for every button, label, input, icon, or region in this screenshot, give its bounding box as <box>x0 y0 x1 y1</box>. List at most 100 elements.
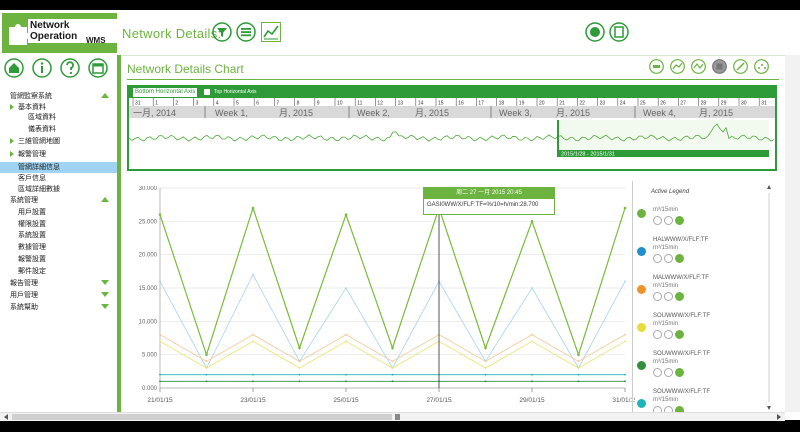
trend-icon[interactable] <box>670 59 685 74</box>
sidebar-item[interactable]: 儀表資料 <box>0 124 117 135</box>
data-point <box>298 367 301 369</box>
refresh-icon[interactable] <box>664 254 673 263</box>
home-icon[interactable] <box>4 58 24 78</box>
help-icon[interactable] <box>60 58 80 78</box>
settings-icon[interactable] <box>653 368 662 377</box>
compare-icon[interactable] <box>691 59 706 74</box>
sidebar-item[interactable]: 系統管理 <box>0 195 117 206</box>
chart-icon[interactable] <box>675 330 684 339</box>
tab-top-axis[interactable]: Top Horizontal Axis <box>214 88 257 97</box>
scrollbar-track[interactable] <box>0 413 785 421</box>
data-point <box>298 346 301 350</box>
pencil-icon[interactable] <box>733 59 748 74</box>
legend-item[interactable]: SOUWWW/X/FLF:TF m³/15min <box>637 313 767 351</box>
legend-item[interactable]: HALWWW/X/FLF:TF m³/15min <box>637 237 767 275</box>
logo-subtitle: WMS <box>86 36 106 45</box>
sidebar-item[interactable]: 管網監察系統 <box>0 91 117 102</box>
sidebar-item[interactable]: 報警管理 <box>0 149 117 160</box>
list-icon[interactable] <box>236 22 256 42</box>
chart-icon[interactable] <box>675 292 684 301</box>
sidebar-item-label: 報告管理 <box>10 280 38 287</box>
data-point <box>298 373 301 376</box>
line-chart-icon[interactable] <box>261 22 281 42</box>
chart-tooltip: 周二 27 一月 2015 20:45 GASI0WW/X/FLF:TF=%/1… <box>423 187 555 215</box>
legend-item[interactable]: m³/15min <box>637 199 767 237</box>
data-point <box>391 380 394 383</box>
data-point <box>251 206 255 210</box>
sidebar-item[interactable]: 客戶信息 <box>0 173 117 184</box>
stop-icon[interactable] <box>712 59 727 74</box>
sidebar-item[interactable]: 報警設置 <box>0 254 117 265</box>
main-chart[interactable]: 0.000 5.000 10.000 15.000 20.000 25.000 30.000… <box>125 186 635 414</box>
info-icon[interactable] <box>32 58 52 78</box>
settings-icon[interactable] <box>653 216 662 225</box>
page-horizontal-scrollbar[interactable] <box>0 412 785 421</box>
navigator-tick-label: 2 <box>175 101 178 107</box>
data-point <box>205 360 208 363</box>
sidebar-item[interactable]: 用戶管理 <box>0 290 117 301</box>
sidebar-item[interactable]: 系統設置 <box>0 230 117 241</box>
window-icon[interactable] <box>609 22 629 42</box>
sidebar-item[interactable]: 區域資料 <box>0 112 117 123</box>
data-point <box>577 360 580 363</box>
data-point <box>345 340 347 343</box>
data-point <box>577 353 580 356</box>
navigator-chart[interactable]: 31 1 2 3 4 5 6 7 8 9 10 11 12 13 14 15 16 17 18 19 20 21 22 23 2… <box>129 98 775 169</box>
refresh-icon[interactable] <box>664 330 673 339</box>
legend-item-unit: m³/15min <box>653 397 679 403</box>
legend-item-name: HALWWW/X/FLF:TF <box>653 237 709 243</box>
sidebar-item[interactable]: 郵件設定 <box>0 266 117 277</box>
navigator-week-label: 月, 2015 <box>415 108 449 118</box>
legend-item[interactable]: SOUWWW/X/FLF:TF m³/15min <box>637 351 767 389</box>
refresh-icon[interactable] <box>664 292 673 301</box>
scatter-icon[interactable] <box>754 59 769 74</box>
zoom-icon[interactable] <box>649 59 664 74</box>
navigator-range-label: 2015/1/28 - 2015/1/31 <box>561 152 615 158</box>
tab-checkbox[interactable] <box>204 89 210 95</box>
data-point <box>624 340 626 343</box>
x-tick-label: 23/01/15 <box>240 397 266 404</box>
legend-item[interactable]: MALWWW/X/FLF:TF m³/15min <box>637 275 767 313</box>
sidebar-item[interactable]: 報告管理 <box>0 278 117 289</box>
legend-panel: Active Legend m³/15min HALWWW/X/FLF:TF m³/… <box>632 181 777 415</box>
sidebar-item[interactable]: 管網詳細信息 <box>0 162 117 173</box>
data-point <box>391 346 394 350</box>
tab-bottom-axis[interactable]: Bottom Horizontal Axis <box>133 88 198 97</box>
settings-icon[interactable] <box>653 254 662 263</box>
navigator-tick-label: 25 <box>640 101 646 107</box>
chart-icon[interactable] <box>675 254 684 263</box>
y-tick-label: 10.000 <box>139 319 158 325</box>
navigator-tick-label: 15 <box>438 101 444 107</box>
navigator-tick-label: 18 <box>499 101 505 107</box>
navigator-week-label: 月, 2015 <box>279 108 313 118</box>
navigator-tick-label: 1 <box>155 101 158 107</box>
legend-item[interactable]: SOUWWW/X/FLF:TF m³/15min <box>637 389 767 427</box>
sidebar-item[interactable]: 三維管網地圖 <box>0 136 117 147</box>
legend-item-unit: m³/15min <box>653 359 679 365</box>
filter-icon[interactable] <box>212 22 232 42</box>
sidebar-item[interactable]: 區域詳細數據 <box>0 184 117 195</box>
sidebar-item[interactable]: 數據管理 <box>0 242 117 253</box>
navigator-week-label: Week 4, <box>643 108 676 118</box>
navigator-tick-label: 5 <box>236 101 239 107</box>
sidebar-item-label: 區域詳細數據 <box>18 186 60 193</box>
calendar-icon[interactable] <box>88 58 108 78</box>
refresh-icon[interactable] <box>664 368 673 377</box>
sidebar-item[interactable]: 系統幫助 <box>0 302 117 313</box>
sidebar-item-label: 儀表資料 <box>28 126 56 133</box>
chart-icon[interactable] <box>675 368 684 377</box>
globe-icon[interactable] <box>585 22 605 42</box>
chart-icon[interactable] <box>675 216 684 225</box>
page-title: Network Details: <box>122 26 222 41</box>
navigator-panel: Bottom Horizontal Axis Top Horizontal Ax… <box>127 85 777 171</box>
settings-icon[interactable] <box>653 330 662 339</box>
sidebar-item[interactable]: 權限設置 <box>0 219 117 230</box>
refresh-icon[interactable] <box>664 216 673 225</box>
data-point <box>252 340 254 343</box>
navigator-tick-label: 10 <box>337 101 343 107</box>
settings-icon[interactable] <box>653 292 662 301</box>
legend-scrollbar[interactable] <box>767 185 771 410</box>
sidebar-item[interactable]: 用戶設置 <box>0 207 117 218</box>
sidebar-item-label: 客戶信息 <box>18 175 46 182</box>
page-vertical-scrollbar[interactable] <box>785 55 800 412</box>
